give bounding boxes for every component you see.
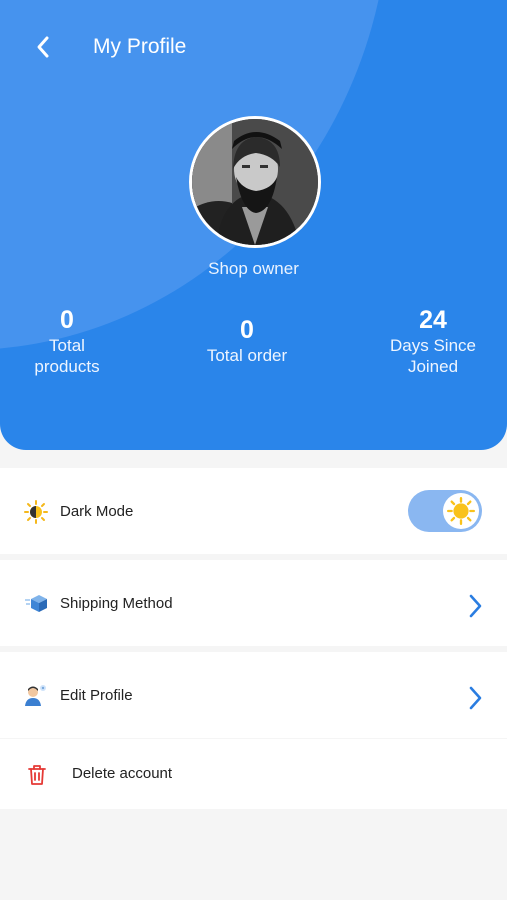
avatar-image <box>192 119 318 245</box>
profile-role: Shop owner <box>208 259 299 278</box>
edit-profile-label: Edit Profile <box>60 687 133 704</box>
stat-days-joined: 24 Days Since Joined <box>353 305 507 377</box>
chevron-right-icon[interactable] <box>465 684 485 712</box>
stat-total-products: 0 Total products <box>0 305 147 377</box>
shipping-method-row[interactable]: Shipping Method <box>0 560 507 646</box>
stat-value: 0 <box>240 316 254 344</box>
stat-label: Days Since Joined <box>390 336 476 376</box>
shipping-method-label: Shipping Method <box>60 595 173 612</box>
sun-icon <box>447 497 475 525</box>
toggle-knob <box>443 493 479 529</box>
avatar[interactable] <box>189 116 321 248</box>
edit-profile-row[interactable]: Edit Profile <box>0 652 507 738</box>
edit-profile-icon <box>25 685 46 706</box>
delete-account-row[interactable]: Delete account <box>0 739 507 809</box>
stat-label: Total order <box>206 346 288 365</box>
stat-label: Total products <box>34 336 100 376</box>
back-button[interactable] <box>26 30 60 64</box>
chevron-right-icon[interactable] <box>465 592 485 620</box>
stat-value: 0 <box>60 306 74 334</box>
trash-icon <box>28 765 46 785</box>
shipping-box-icon <box>25 595 47 612</box>
chevron-left-icon <box>37 36 49 58</box>
profile-header: My Profile Shop owner 0 Total products 0… <box>0 0 507 450</box>
stat-total-order: 0 Total order <box>167 315 327 366</box>
delete-account-label: Delete account <box>72 765 173 782</box>
sun-icon <box>24 500 48 524</box>
dark-mode-toggle[interactable] <box>408 490 482 532</box>
page-title: My Profile <box>93 35 187 58</box>
dark-mode-label: Dark Mode <box>60 503 134 520</box>
stat-value: 24 <box>419 306 447 334</box>
